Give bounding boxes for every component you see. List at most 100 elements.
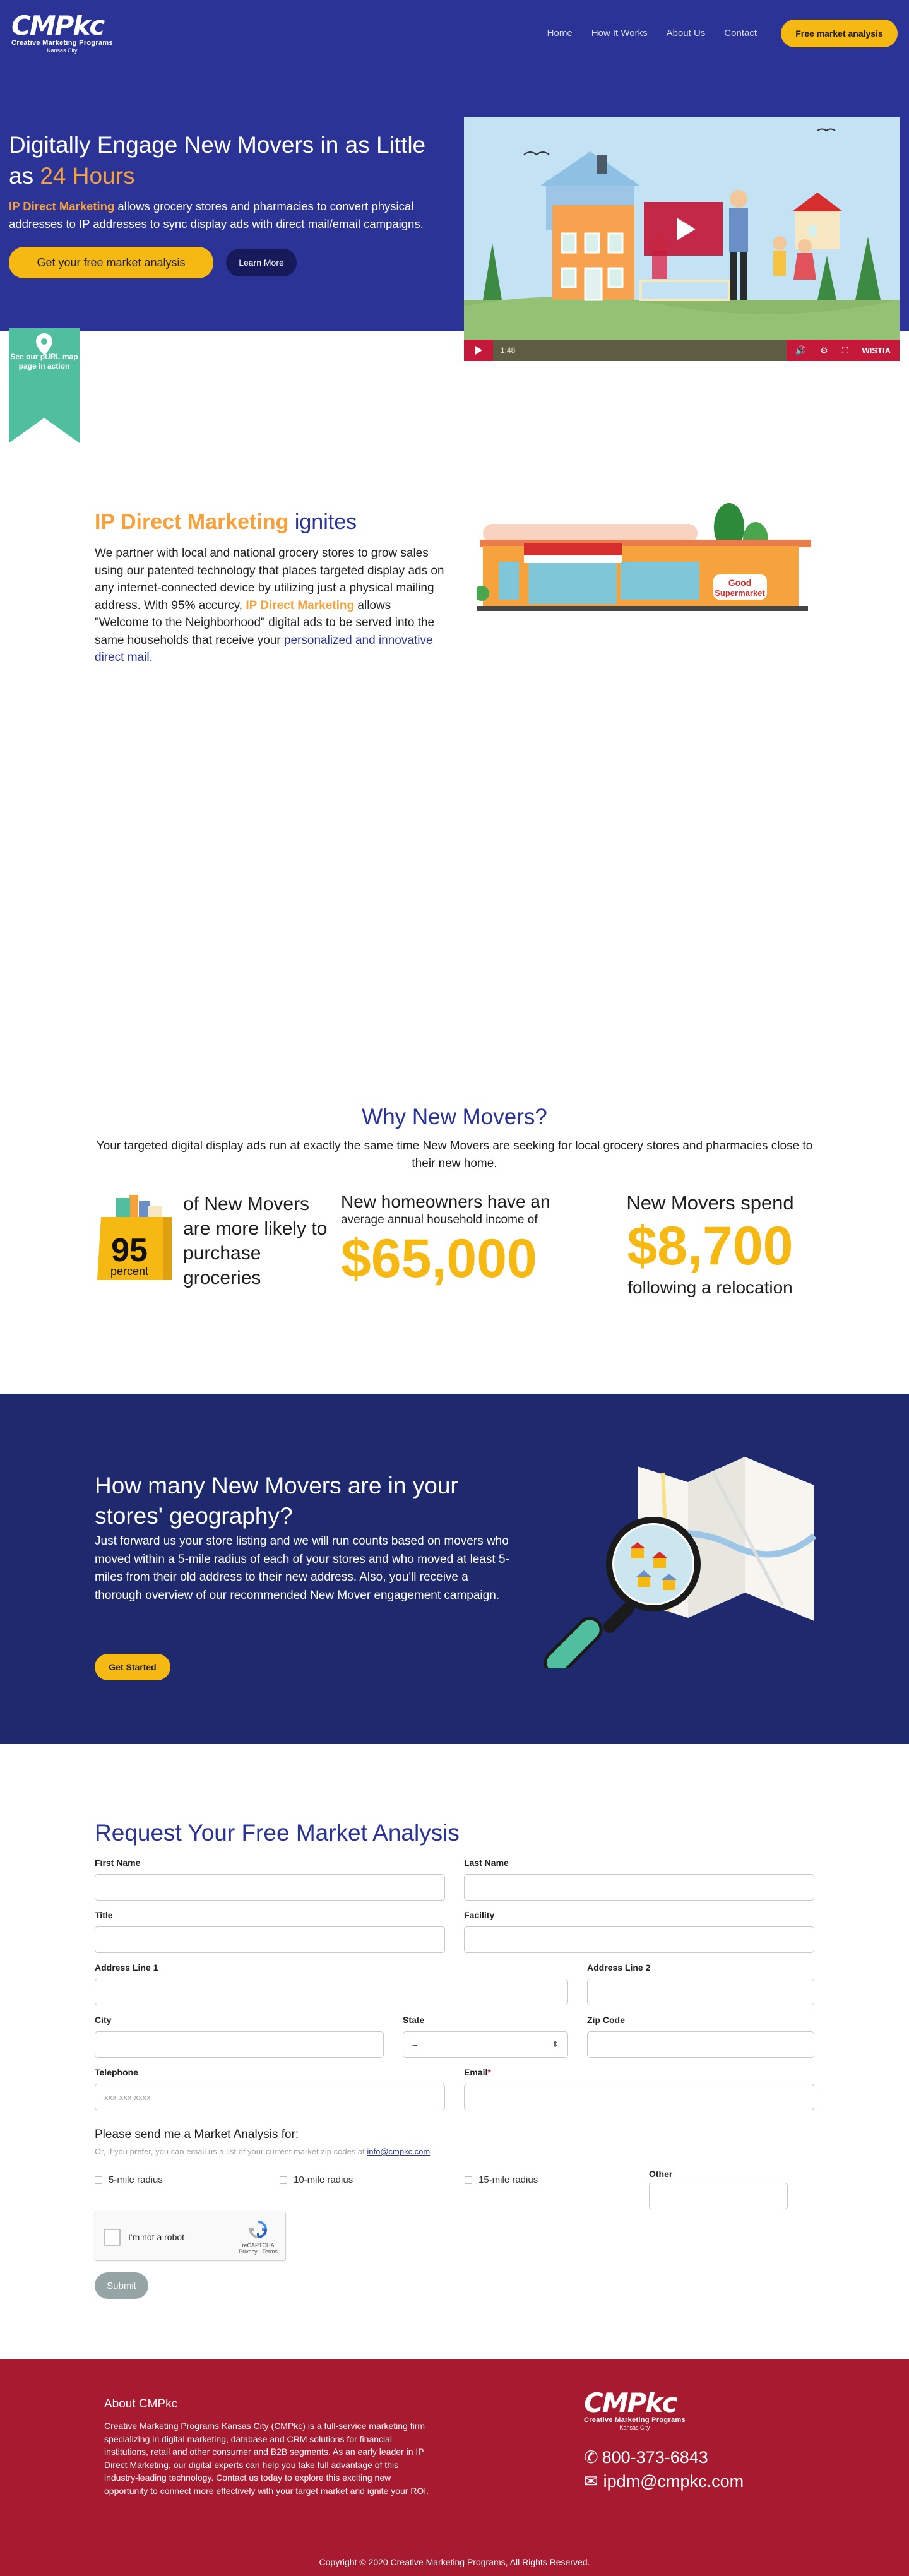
address1-group: Address Line 1 — [95, 1962, 568, 2005]
stat-relocation-spend: New Movers spend $8,700 following a relo… — [606, 1192, 814, 1298]
info-email-link[interactable]: info@cmpkc.com — [367, 2147, 430, 2156]
ignites-title-text: ignites — [288, 510, 357, 534]
hero-text: Digitally Engage New Movers in as Little… — [9, 129, 444, 278]
state-select-value: -- — [412, 2039, 418, 2050]
ignites-title-accent: IP Direct Marketing — [95, 510, 289, 534]
recaptcha-checkbox[interactable] — [104, 2229, 121, 2246]
state-label: State — [403, 2015, 425, 2025]
submit-button[interactable]: Submit — [95, 2272, 148, 2299]
form-title: Request Your Free Market Analysis — [95, 1820, 460, 1846]
map-magnifier-illustration — [544, 1457, 817, 1668]
address2-label: Address Line 2 — [587, 1962, 651, 1973]
recaptcha-links[interactable]: Privacy - Terms — [236, 2248, 280, 2255]
city-label: City — [95, 2015, 112, 2025]
logo-subtitle: Creative Marketing Programs — [11, 39, 113, 47]
last-name-group: Last Name — [464, 1858, 814, 1901]
checkbox-box[interactable] — [95, 2176, 102, 2184]
other-group: Other — [649, 2169, 788, 2209]
footer-email[interactable]: ✉ ipdm@cmpkc.com — [584, 2472, 744, 2491]
radius-15-label: 15-mile radius — [478, 2175, 538, 2185]
phone-icon: ✆ — [584, 2448, 598, 2467]
footer-logo[interactable]: CMPkc Creative Marketing Programs Kansas… — [584, 2390, 686, 2431]
nav-contact[interactable]: Contact — [724, 28, 757, 39]
last-name-label: Last Name — [464, 1858, 509, 1868]
stat3-line1: New Movers spend — [626, 1192, 794, 1214]
address2-group: Address Line 2 — [587, 1962, 814, 2005]
hero-title: Digitally Engage New Movers in as Little… — [9, 129, 444, 191]
stat1-text: of New Movers are more likely to purchas… — [183, 1194, 328, 1288]
title-input[interactable] — [95, 1926, 445, 1953]
get-started-button[interactable]: Get Started — [95, 1654, 170, 1680]
first-name-group: First Name — [95, 1858, 445, 1901]
stat3-line2: following a relocation — [627, 1278, 793, 1297]
ignites-title: IP Direct Marketing ignites — [95, 509, 448, 535]
ignites-body-accent: IP Direct Marketing — [246, 598, 355, 612]
get-free-analysis-button[interactable]: Get your free market analysis — [9, 247, 213, 278]
site-logo[interactable]: CMPkc Creative Marketing Programs Kansas… — [11, 13, 113, 54]
facility-input[interactable] — [464, 1926, 814, 1953]
stat2-line1: New homeowners have an — [341, 1192, 550, 1211]
radius-10-checkbox[interactable]: 10-mile radius — [280, 2175, 353, 2185]
play-button[interactable] — [644, 202, 723, 256]
radius-5-checkbox[interactable]: 5-mile radius — [95, 2175, 163, 2185]
first-name-label: First Name — [95, 1858, 141, 1868]
grocery-bag-icon: 95 percent — [97, 1195, 172, 1280]
address2-input[interactable] — [587, 1979, 814, 2005]
copyright: Copyright © 2020 Creative Marketing Prog… — [319, 2557, 590, 2567]
nav-how-it-works[interactable]: How It Works — [591, 28, 648, 39]
learn-more-button[interactable]: Learn More — [226, 249, 297, 276]
title-group: Title — [95, 1910, 445, 1953]
hint-text: Or, if you prefer, you can email us a li… — [95, 2147, 367, 2156]
nav-links: Home How It Works About Us Contact — [547, 28, 757, 39]
footer-logo-mark: CMPkc — [584, 2387, 677, 2418]
hero-body: IP Direct Marketing allows grocery store… — [9, 198, 444, 233]
recaptcha-brand: reCAPTCHA — [242, 2242, 275, 2248]
ignites-body: We partner with local and national groce… — [95, 545, 448, 667]
other-input[interactable] — [649, 2183, 788, 2209]
first-name-input[interactable] — [95, 1874, 445, 1901]
checkbox-box[interactable] — [280, 2176, 287, 2184]
footer-phone-number: 800-373-6843 — [602, 2448, 708, 2467]
email-label-text: Email — [464, 2067, 488, 2077]
store-sign-line2: Supermarket — [715, 588, 765, 598]
nav-home[interactable]: Home — [547, 28, 573, 39]
address1-input[interactable] — [95, 1979, 568, 2005]
radius-15-checkbox[interactable]: 15-mile radius — [465, 2175, 538, 2185]
checkbox-box[interactable] — [465, 2176, 472, 2184]
zip-label: Zip Code — [587, 2015, 625, 2025]
footer-logo-subtitle: Creative Marketing Programs — [584, 2416, 686, 2424]
footer-about-title: About CMPkc — [104, 2397, 178, 2411]
supermarket-illustration: Good Supermarket — [477, 503, 811, 611]
store-sign-line1: Good — [728, 578, 752, 588]
recaptcha-label: I'm not a robot — [128, 2232, 185, 2242]
hero-buttons: Get your free market analysis Learn More — [9, 247, 444, 278]
email-group: Email* — [464, 2067, 814, 2110]
stat-groceries: 95 percent of New Movers are more likely… — [95, 1192, 328, 1290]
zip-input[interactable] — [587, 2031, 814, 2058]
hero-title-accent: 24 Hours — [40, 163, 135, 189]
telephone-input[interactable]: xxx-xxx-xxxx — [95, 2084, 445, 2110]
last-name-input[interactable] — [464, 1874, 814, 1901]
hero-body-accent: IP Direct Marketing — [9, 199, 115, 213]
free-market-analysis-button[interactable]: Free market analysis — [781, 19, 898, 47]
facility-label: Facility — [464, 1910, 495, 1920]
why-title: Why New Movers? — [362, 1105, 547, 1129]
other-label: Other — [649, 2169, 673, 2179]
email-label: Email* — [464, 2067, 814, 2077]
send-for-heading: Please send me a Market Analysis for: — [95, 2128, 299, 2141]
nav-about-us[interactable]: About Us — [667, 28, 706, 39]
footer-phone[interactable]: ✆ 800-373-6843 — [584, 2448, 708, 2467]
recaptcha-widget: I'm not a robot reCAPTCHA Privacy - Term… — [95, 2212, 286, 2261]
state-select[interactable]: -- ⇕ — [403, 2031, 568, 2058]
envelope-icon: ✉ — [584, 2472, 598, 2491]
radius-10-label: 10-mile radius — [294, 2175, 354, 2185]
footer-about-body: Creative Marketing Programs Kansas City … — [104, 2421, 429, 2496]
video-player[interactable]: 1:48 🔊 ⚙ ⛶ WISTIA — [464, 117, 900, 361]
geography-title: How many New Movers are in your stores' … — [95, 1473, 458, 1529]
telephone-label: Telephone — [95, 2067, 138, 2077]
email-input[interactable] — [464, 2084, 814, 2110]
logo-city: Kansas City — [47, 47, 78, 54]
why-lead: Your targeted digital display ads run at… — [96, 1139, 813, 1170]
city-input[interactable] — [95, 2031, 384, 2058]
zip-group: Zip Code — [587, 2015, 814, 2058]
